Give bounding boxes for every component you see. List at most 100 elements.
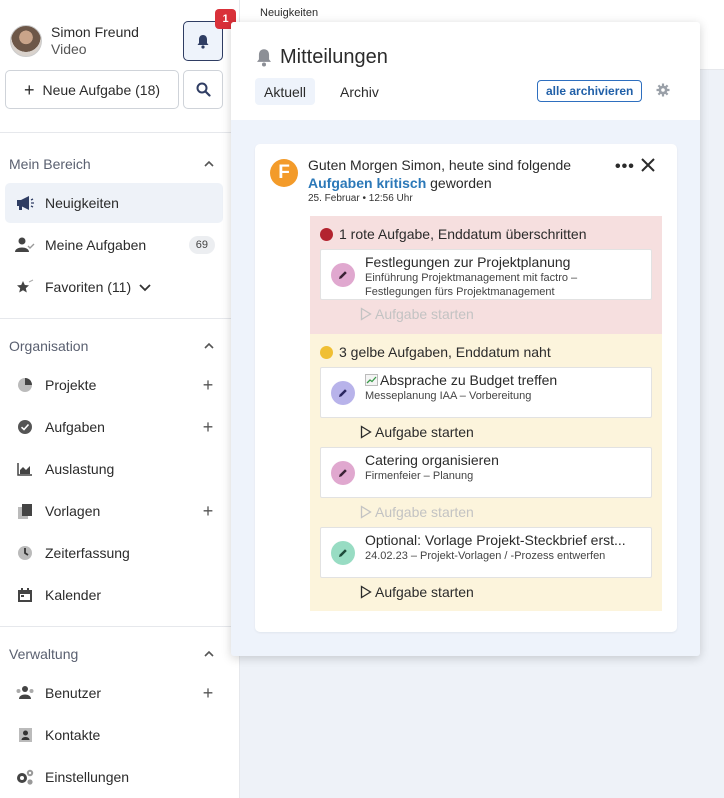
sidebar: Simon Freund Video 1 + Neue Aufgabe (18)… — [0, 0, 240, 798]
users-icon — [5, 685, 45, 701]
start-task-label: Aufgabe starten — [375, 306, 474, 322]
sidebar-item-auslastung[interactable]: Auslastung — [5, 449, 223, 489]
section-label: Organisation — [9, 338, 89, 354]
start-task-button[interactable]: Aufgabe starten — [360, 306, 474, 322]
user-profile[interactable]: Simon Freund Video — [10, 24, 139, 58]
task-item[interactable]: Catering organisieren Firmenfeier – Plan… — [320, 447, 652, 498]
task-subtitle: Firmenfeier – Planung — [365, 470, 474, 482]
pencil-icon — [331, 381, 355, 405]
sidebar-item-meine-aufgaben[interactable]: Meine Aufgaben 69 — [5, 225, 223, 265]
sidebar-item-projekte[interactable]: Projekte + — [5, 365, 223, 405]
sidebar-item-kalender[interactable]: Kalender — [5, 575, 223, 615]
sidebar-item-kontakte[interactable]: Kontakte — [5, 715, 223, 755]
sidebar-item-label: Kalender — [45, 587, 102, 603]
clock-icon — [5, 545, 45, 561]
new-task-label: Neue Aufgabe (18) — [42, 81, 161, 98]
archive-all-button[interactable]: alle archivieren — [537, 80, 643, 102]
sidebar-item-label: Meine Aufgaben — [45, 237, 147, 253]
chevron-up-icon[interactable] — [204, 159, 214, 169]
more-options-button[interactable]: ••• — [615, 158, 635, 176]
megaphone-icon — [5, 195, 45, 211]
task-item[interactable]: Optional: Vorlage Projekt-Steckbrief ers… — [320, 527, 652, 578]
play-icon — [360, 307, 372, 321]
critical-tasks-link[interactable]: Aufgaben kritisch — [308, 175, 426, 191]
start-task-button[interactable]: Aufgabe starten — [360, 504, 474, 520]
pie-chart-icon — [5, 377, 45, 393]
bell-icon — [257, 49, 271, 67]
sidebar-item-label: Kontakte — [45, 727, 101, 743]
section-organisation[interactable]: Organisation — [9, 338, 214, 354]
sidebar-item-label: Projekte — [45, 377, 97, 393]
start-task-label: Aufgabe starten — [375, 584, 474, 600]
tab-archiv[interactable]: Archiv — [331, 78, 388, 105]
message-text: Guten Morgen Simon, heute sind folgende — [308, 157, 572, 173]
section-label: Mein Bereich — [9, 156, 91, 172]
panel-title: Mitteilungen — [255, 46, 388, 69]
user-role: Video — [51, 41, 87, 57]
add-benutzer-button[interactable]: + — [193, 683, 223, 704]
divider — [0, 132, 240, 133]
notifications-panel: Mitteilungen Aktuell Archiv alle archivi… — [231, 22, 700, 656]
section-verwaltung[interactable]: Verwaltung — [9, 646, 214, 662]
sender-avatar: F — [270, 159, 298, 187]
pencil-icon — [331, 263, 355, 287]
add-vorlage-button[interactable]: + — [193, 501, 223, 522]
contact-card-icon — [5, 727, 45, 743]
pencil-icon — [331, 541, 355, 565]
gear-icon[interactable] — [656, 83, 670, 97]
section-label: Verwaltung — [9, 646, 79, 662]
bell-icon — [197, 34, 209, 49]
task-title-text: Absprache zu Budget treffen — [380, 372, 558, 388]
notification-card: F Guten Morgen Simon, heute sind folgend… — [255, 144, 677, 632]
sidebar-item-label: Benutzer — [45, 685, 102, 701]
count-badge: 69 — [188, 236, 215, 254]
avatar[interactable] — [10, 25, 42, 57]
close-icon[interactable] — [641, 158, 655, 172]
user-check-icon — [5, 237, 45, 253]
chevron-up-icon[interactable] — [204, 341, 214, 351]
sidebar-item-einstellungen[interactable]: Einstellungen — [5, 757, 223, 797]
add-projekt-button[interactable]: + — [193, 375, 223, 396]
sidebar-item-label: Neuigkeiten — [45, 195, 119, 211]
message-text: geworden — [426, 175, 492, 191]
start-task-button[interactable]: Aufgabe starten — [360, 584, 474, 600]
chevron-down-icon[interactable] — [139, 282, 151, 292]
group-title-text: 1 rote Aufgabe, Enddatum überschritten — [339, 226, 587, 242]
sidebar-item-label: Vorlagen — [45, 503, 101, 519]
sidebar-item-aufgaben[interactable]: Aufgaben + — [5, 407, 223, 447]
sidebar-item-neuigkeiten[interactable]: Neuigkeiten — [5, 183, 223, 223]
sidebar-item-vorlagen[interactable]: Vorlagen + — [5, 491, 223, 531]
sidebar-item-label: Zeiterfassung — [45, 545, 130, 561]
calendar-icon — [5, 587, 45, 603]
play-icon — [360, 505, 372, 519]
task-item[interactable]: Festlegungen zur Projektplanung Einführu… — [320, 249, 652, 300]
search-button[interactable] — [183, 70, 223, 109]
sidebar-item-label: Aufgaben — [45, 419, 105, 435]
chevron-up-icon[interactable] — [204, 649, 214, 659]
task-subtitle: 24.02.23 – Projekt-Vorlagen / -Prozess e… — [365, 550, 606, 562]
task-item[interactable]: Absprache zu Budget treffen Messeplanung… — [320, 367, 652, 418]
status-dot-yellow — [320, 345, 333, 359]
pencil-icon — [331, 461, 355, 485]
user-name: Simon Freund — [51, 24, 139, 40]
divider — [0, 626, 240, 627]
start-task-button[interactable]: Aufgabe starten — [360, 424, 474, 440]
sidebar-item-zeiterfassung[interactable]: Zeiterfassung — [5, 533, 223, 573]
start-task-label: Aufgabe starten — [375, 424, 474, 440]
section-mein-bereich[interactable]: Mein Bereich — [9, 156, 214, 172]
new-task-button[interactable]: + Neue Aufgabe (18) — [5, 70, 179, 109]
task-title: Catering organisieren — [365, 452, 499, 468]
tab-aktuell[interactable]: Aktuell — [255, 78, 316, 105]
sidebar-item-benutzer[interactable]: Benutzer + — [5, 673, 223, 713]
task-subtitle: Einführung Projektmanagement mit factro … — [365, 272, 578, 298]
plus-icon: + — [23, 79, 35, 100]
task-title: Festlegungen zur Projektplanung — [365, 254, 571, 270]
breadcrumb: Neuigkeiten — [260, 7, 319, 19]
gears-icon — [5, 768, 45, 786]
star-icon — [5, 279, 45, 295]
group-title: 1 rote Aufgabe, Enddatum überschritten — [320, 226, 587, 242]
sidebar-item-favoriten[interactable]: Favoriten (11) — [5, 267, 223, 307]
check-circle-icon — [5, 419, 45, 435]
add-aufgabe-button[interactable]: + — [193, 417, 223, 438]
task-subtitle: Messeplanung IAA – Vorbereitung — [365, 390, 532, 402]
